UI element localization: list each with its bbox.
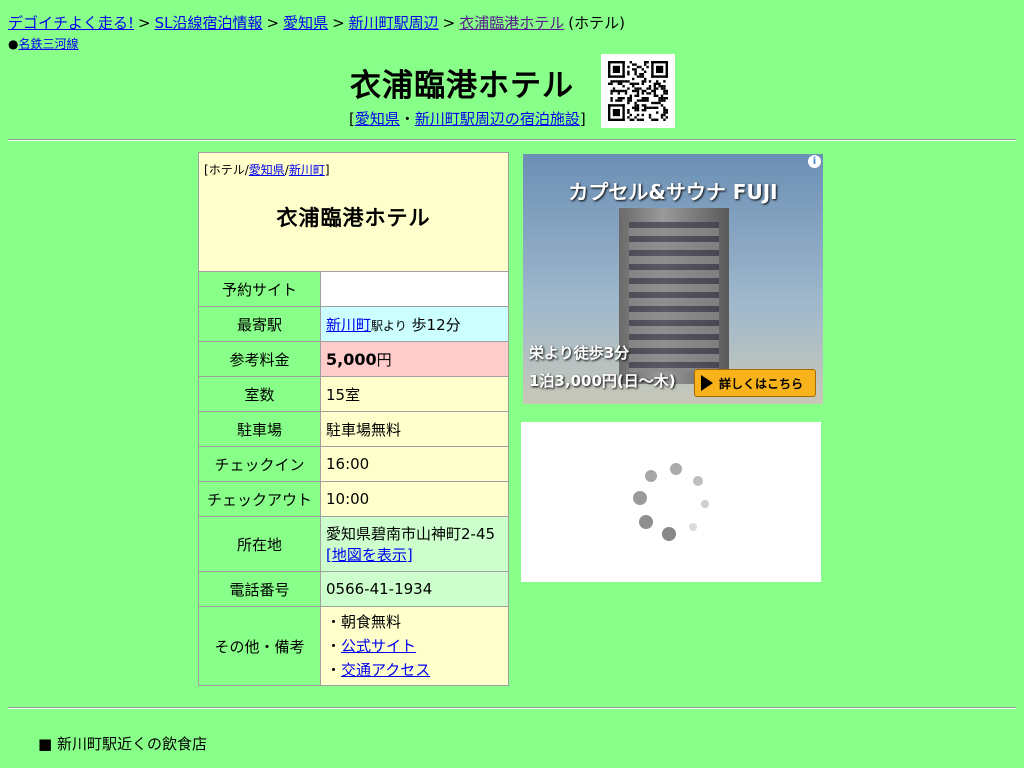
top-divider <box>8 139 1016 141</box>
breadcrumb: デゴイチよく走る! > SL沿線宿泊情報 > 愛知県 > 新川町駅周辺 > 衣浦臨港ホテル (ホテ… <box>8 12 625 33</box>
page-title: 衣浦臨港ホテル <box>350 68 574 104</box>
address-text: 愛知県碧南市山神町2-45 <box>326 525 496 543</box>
booking-value <box>320 271 509 307</box>
access-link[interactable]: 交通アクセス <box>341 661 430 679</box>
hotel-info-table: [ホテル/愛知県/新川町] 衣浦臨港ホテル 予約サイト 最寄駅 新川町駅より 歩… <box>198 152 509 686</box>
notes-value: ・朝食無料 ・公式サイト ・交通アクセス <box>320 606 509 686</box>
breadcrumb-sl-link[interactable]: SL沿線宿泊情報 <box>155 14 263 32</box>
ad-banner[interactable]: カプセル&サウナ FUJI 栄より徒歩3分 1泊3,000円(日～木) 詳しくは… <box>523 154 823 404</box>
note-item: ・交通アクセス <box>326 658 503 682</box>
address-label: 所在地 <box>198 516 321 572</box>
map-bracket: ] <box>406 546 413 564</box>
station-link[interactable]: 新川町 <box>326 316 371 334</box>
price-amount: 5,000 <box>326 349 377 369</box>
breadcrumb-pref-link[interactable]: 愛知県 <box>283 14 328 32</box>
breadcrumb-type-label: (ホテル) <box>568 14 625 32</box>
ad-button-label: 詳しくはこちら <box>719 376 804 391</box>
address-value: 愛知県碧南市山神町2-45 [地図を表示] <box>320 516 509 572</box>
category-type: ホテル <box>208 163 245 177</box>
table-row: その他・備考 ・朝食無料 ・公式サイト ・交通アクセス <box>198 606 509 686</box>
station-value: 新川町駅より 歩12分 <box>320 306 509 342</box>
loading-placeholder <box>521 422 821 582</box>
phone-value: 0566-41-1934 <box>320 571 509 607</box>
map-link-label: 地図を表示 <box>331 546 407 564</box>
parking-value: 駐車場無料 <box>320 411 509 447</box>
ad-details-button[interactable]: 詳しくはこちら <box>694 369 816 397</box>
hotel-category: [ホテル/愛知県/新川町] <box>204 161 503 178</box>
table-row: 参考料金 5,000円 <box>198 341 509 377</box>
square-bullet-icon: ■ <box>38 735 53 753</box>
ad-title: カプセル&サウナ FUJI <box>568 180 778 204</box>
table-row: 駐車場 駐車場無料 <box>198 411 509 447</box>
bullet-icon: ● <box>8 37 19 51</box>
table-row: チェックアウト 10:00 <box>198 481 509 517</box>
breadcrumb-area-link[interactable]: 新川町駅周辺 <box>349 14 439 32</box>
checkout-label: チェックアウト <box>198 481 321 517</box>
note-breakfast: 朝食無料 <box>341 613 402 631</box>
rooms-label: 室数 <box>198 376 321 412</box>
restaurants-heading-label: 新川町駅近くの飲食店 <box>56 735 207 753</box>
building-image <box>619 208 729 384</box>
ad-info-icon[interactable]: i <box>808 155 821 168</box>
railway-line: ●名鉄三河線 <box>8 35 79 52</box>
map-link[interactable]: [地図を表示] <box>326 546 413 564</box>
note-bullet: ・ <box>326 637 342 655</box>
hotel-name: 衣浦臨港ホテル <box>276 206 431 230</box>
price-unit: 円 <box>376 350 392 369</box>
breadcrumb-separator: > <box>442 14 456 32</box>
table-row: 電話番号 0566-41-1934 <box>198 571 509 607</box>
breadcrumb-hotel-link[interactable]: 衣浦臨港ホテル <box>459 14 564 32</box>
category-pref-link[interactable]: 愛知県 <box>249 163 285 177</box>
table-row: 予約サイト <box>198 271 509 307</box>
station-suffix: 駅より <box>371 318 407 333</box>
map-link-wrap: [地図を表示] <box>326 544 503 565</box>
note-item: ・公式サイト <box>326 634 503 658</box>
loading-spinner-icon <box>633 463 709 541</box>
price-value: 5,000円 <box>320 341 509 377</box>
checkout-value: 10:00 <box>320 481 509 517</box>
hotel-header-cell: [ホテル/愛知県/新川町] 衣浦臨港ホテル <box>198 152 509 272</box>
title-area: 衣浦臨港ホテル [愛知県・新川町駅周辺の宿泊施設] <box>0 54 1024 130</box>
breadcrumb-separator: > <box>138 14 151 32</box>
breadcrumb-separator: > <box>332 14 345 32</box>
subnav-dot: ・ <box>399 110 415 128</box>
phone-label: 電話番号 <box>198 571 321 607</box>
official-site-link[interactable]: 公式サイト <box>341 637 416 655</box>
play-icon <box>701 375 713 391</box>
rooms-value: 15室 <box>320 376 509 412</box>
subnav-pref-link[interactable]: 愛知県 <box>355 110 400 128</box>
category-bracket: ] <box>324 163 330 177</box>
subnav-bracket-close: ] <box>579 110 586 128</box>
booking-label: 予約サイト <box>198 271 321 307</box>
checkin-label: チェックイン <box>198 446 321 482</box>
note-bullet: ・ <box>326 661 342 679</box>
walk-time: 歩12分 <box>406 315 461 334</box>
subnav: [愛知県・新川町駅周辺の宿泊施設] <box>349 108 586 129</box>
breadcrumb-home-link[interactable]: デゴイチよく走る! <box>8 14 134 32</box>
ad-line1: 栄より徒歩3分 <box>529 344 630 362</box>
category-town-link[interactable]: 新川町 <box>289 163 325 177</box>
railway-line-link[interactable]: 名鉄三河線 <box>18 37 78 51</box>
table-row: 所在地 愛知県碧南市山神町2-45 [地図を表示] <box>198 516 509 572</box>
qr-code-icon <box>601 54 675 128</box>
table-row: 最寄駅 新川町駅より 歩12分 <box>198 306 509 342</box>
restaurants-heading: ■ 新川町駅近くの飲食店 <box>38 733 207 754</box>
parking-label: 駐車場 <box>198 411 321 447</box>
note-item: ・朝食無料 <box>326 610 503 634</box>
price-label: 参考料金 <box>198 341 321 377</box>
bottom-divider <box>8 707 1016 709</box>
station-label: 最寄駅 <box>198 306 321 342</box>
table-row: 室数 15室 <box>198 376 509 412</box>
notes-label: その他・備考 <box>198 606 321 686</box>
note-bullet: ・ <box>326 613 342 631</box>
subnav-area-link[interactable]: 新川町駅周辺の宿泊施設 <box>415 110 580 128</box>
checkin-value: 16:00 <box>320 446 509 482</box>
breadcrumb-separator: > <box>266 14 280 32</box>
table-row: チェックイン 16:00 <box>198 446 509 482</box>
ad-line2: 1泊3,000円(日～木) <box>529 372 676 390</box>
